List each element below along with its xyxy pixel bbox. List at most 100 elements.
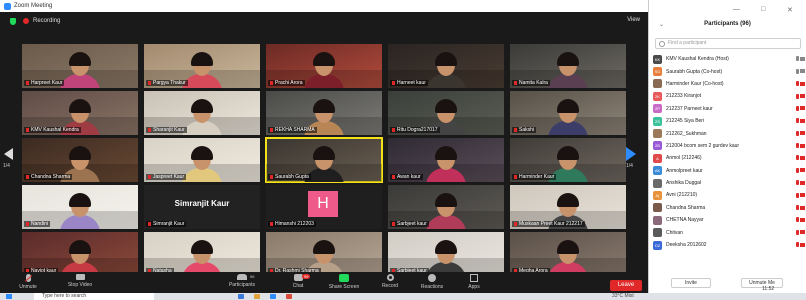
stop-video-button[interactable]: Stop Video [60,274,100,288]
participant-video-hair [435,145,457,160]
avatar [653,178,662,188]
video-tile[interactable]: Chandna Sharma [22,138,138,182]
participant-row-name: Saurabh Gupta (Co-host) [666,68,723,75]
reactions-button[interactable]: Reactions [412,274,452,290]
avatar [653,228,662,238]
video-tile[interactable]: Sarbjeet kaur [388,232,504,276]
participant-row[interactable]: Chandna Sharma [653,202,805,214]
unmute-button[interactable]: Unmute [8,274,48,290]
muted-mic-icon [392,127,395,132]
taskbar-zoom-icon[interactable] [270,294,276,299]
participant-row[interactable]: KK KMV Kaushal Kendra (Host) [653,53,805,65]
leave-button[interactable]: Leave [610,280,642,291]
video-tile[interactable]: Ritu Dogra217017 [388,91,504,135]
minimize-window-icon[interactable]: — [733,6,740,13]
video-tile[interactable]: KMV Kaushal Kendra [22,91,138,135]
participant-row[interactable]: AK Anmolpreet kaur [653,165,805,177]
taskbar-app-icon[interactable] [238,294,244,299]
participant-name-text: Jaspreet Kaur [153,174,185,180]
participant-row[interactable]: 212262_Sukhman [653,127,805,139]
video-tile[interactable]: Prachi Arora [266,44,382,88]
participants-button[interactable]: 96 Participants [222,274,262,288]
participant-name-label: Nandini [24,221,50,227]
audio-video-status-icons [787,105,805,112]
video-tile[interactable]: Sharanjit Kaur [144,91,260,135]
participant-name-text: Saurabh Gupta [275,174,309,180]
participant-name-label: Sharanjit Kaur [146,127,187,133]
participant-row[interactable]: Anshika Duggal [653,177,805,189]
video-tile[interactable]: Muskaan Preet Kaur 212217 [510,185,626,229]
video-tile[interactable]: Nandini [22,185,138,229]
participant-video-hair [191,98,213,113]
participants-panel-header: — □ ✕ ⌄ Participants (96) [649,0,806,30]
video-tile[interactable]: H Himanshi 212203 [266,185,382,229]
taskbar-search-input[interactable]: Type here to search [34,293,154,300]
previous-page-arrow-icon[interactable] [4,148,13,160]
audio-video-status-icons [787,130,805,137]
video-tile[interactable]: Simranjit Kaur Simranjit Kaur [144,185,260,229]
participant-video-hair [69,98,91,113]
video-tile[interactable]: Harpreet Kaur [22,44,138,88]
avatar: 2B [653,141,662,151]
windows-start-icon[interactable] [6,294,12,299]
participant-row[interactable]: A(Avni (212210) [653,189,805,201]
participant-row[interactable]: SG Saurabh Gupta (Co-host) [653,65,805,77]
avatar: 2S [653,116,662,126]
record-button[interactable]: Record [370,274,410,289]
participant-video-hair [69,192,91,207]
participant-row[interactable]: A Anmol (212246) [653,152,805,164]
invite-button[interactable]: Invite [671,278,711,288]
taskbar-folder-icon[interactable] [254,294,260,299]
video-tile[interactable]: Dr. Rashmi Sharma [266,232,382,276]
view-button[interactable]: View [627,17,640,23]
muted-mic-icon [796,81,799,87]
participant-row[interactable]: 2K 212233 Kiranjot [653,90,805,102]
close-window-icon[interactable]: ✕ [787,6,793,14]
muted-microphone-icon [25,274,31,282]
video-tile[interactable]: Navjot kaur [22,232,138,276]
audio-video-status-icons [787,155,805,161]
participant-row-name: 212233 Kiranjot [666,93,702,100]
share-screen-button[interactable]: Share Screen [324,274,364,290]
apps-button[interactable]: Apps [454,274,494,290]
participant-row[interactable]: 2B 212004 bcom sem 2 gurdev kaur [653,140,805,152]
avatar: 2P [653,104,662,114]
video-gallery-grid: Harpreet Kaur Pargya Thakur Prachi Arora Ha… [22,44,628,276]
participant-video-hair [557,239,579,254]
video-tile[interactable]: Awan kaur [388,138,504,182]
video-tile[interactable]: Jaspreet Kaur [144,138,260,182]
participant-row[interactable]: D2 Deeksha 2012602 [653,239,805,251]
participant-video-hair [435,192,457,207]
video-tile[interactable]: Harminder Kaur [510,138,626,182]
taskbar-browser-icon[interactable] [286,294,292,299]
muted-mic-icon [796,130,799,136]
avatar: KK [653,54,662,64]
video-off-icon [800,180,805,185]
video-tile[interactable]: Natasha [144,232,260,276]
participant-row[interactable]: 2S 212245 Siya Beri [653,115,805,127]
video-tile[interactable]: Saurabh Gupta [265,137,383,183]
avatar: A( [653,190,662,200]
video-tile[interactable]: Sarbjeet kaur [388,185,504,229]
maximize-window-icon[interactable]: □ [761,6,765,13]
participant-name-text: Simranjit Kaur [153,221,185,227]
participant-row[interactable]: Chitvan [653,226,805,238]
participant-row[interactable]: Harminder Kaur (Co-host) [653,78,805,90]
video-tile[interactable]: Sakshi [510,91,626,135]
participant-name-text: Harpreet Kaur [31,80,63,86]
participant-search-input[interactable]: Find a participant [655,38,801,49]
participant-row[interactable]: CHETNA Nayyar [653,214,805,226]
video-tile[interactable]: Pargya Thakur [144,44,260,88]
participant-name-label: Ritu Dogra217017 [390,127,440,133]
video-tile[interactable]: REKHA SHARMA [266,91,382,135]
video-tile[interactable]: Harneet kaur [388,44,504,88]
video-tile[interactable]: Megha Arora [510,232,626,276]
muted-mic-icon [796,205,799,211]
participant-row[interactable]: 2P 212237 Parneet kaur [653,103,805,115]
video-tile[interactable]: Namita Kalra [510,44,626,88]
window-title: Zoom Meeting [14,3,53,9]
chat-button[interactable]: 99 Chat [278,274,318,289]
participant-video-hair [69,239,91,254]
participant-row-name: 212245 Siya Beri [666,118,705,125]
security-shield-icon[interactable] [10,17,16,25]
